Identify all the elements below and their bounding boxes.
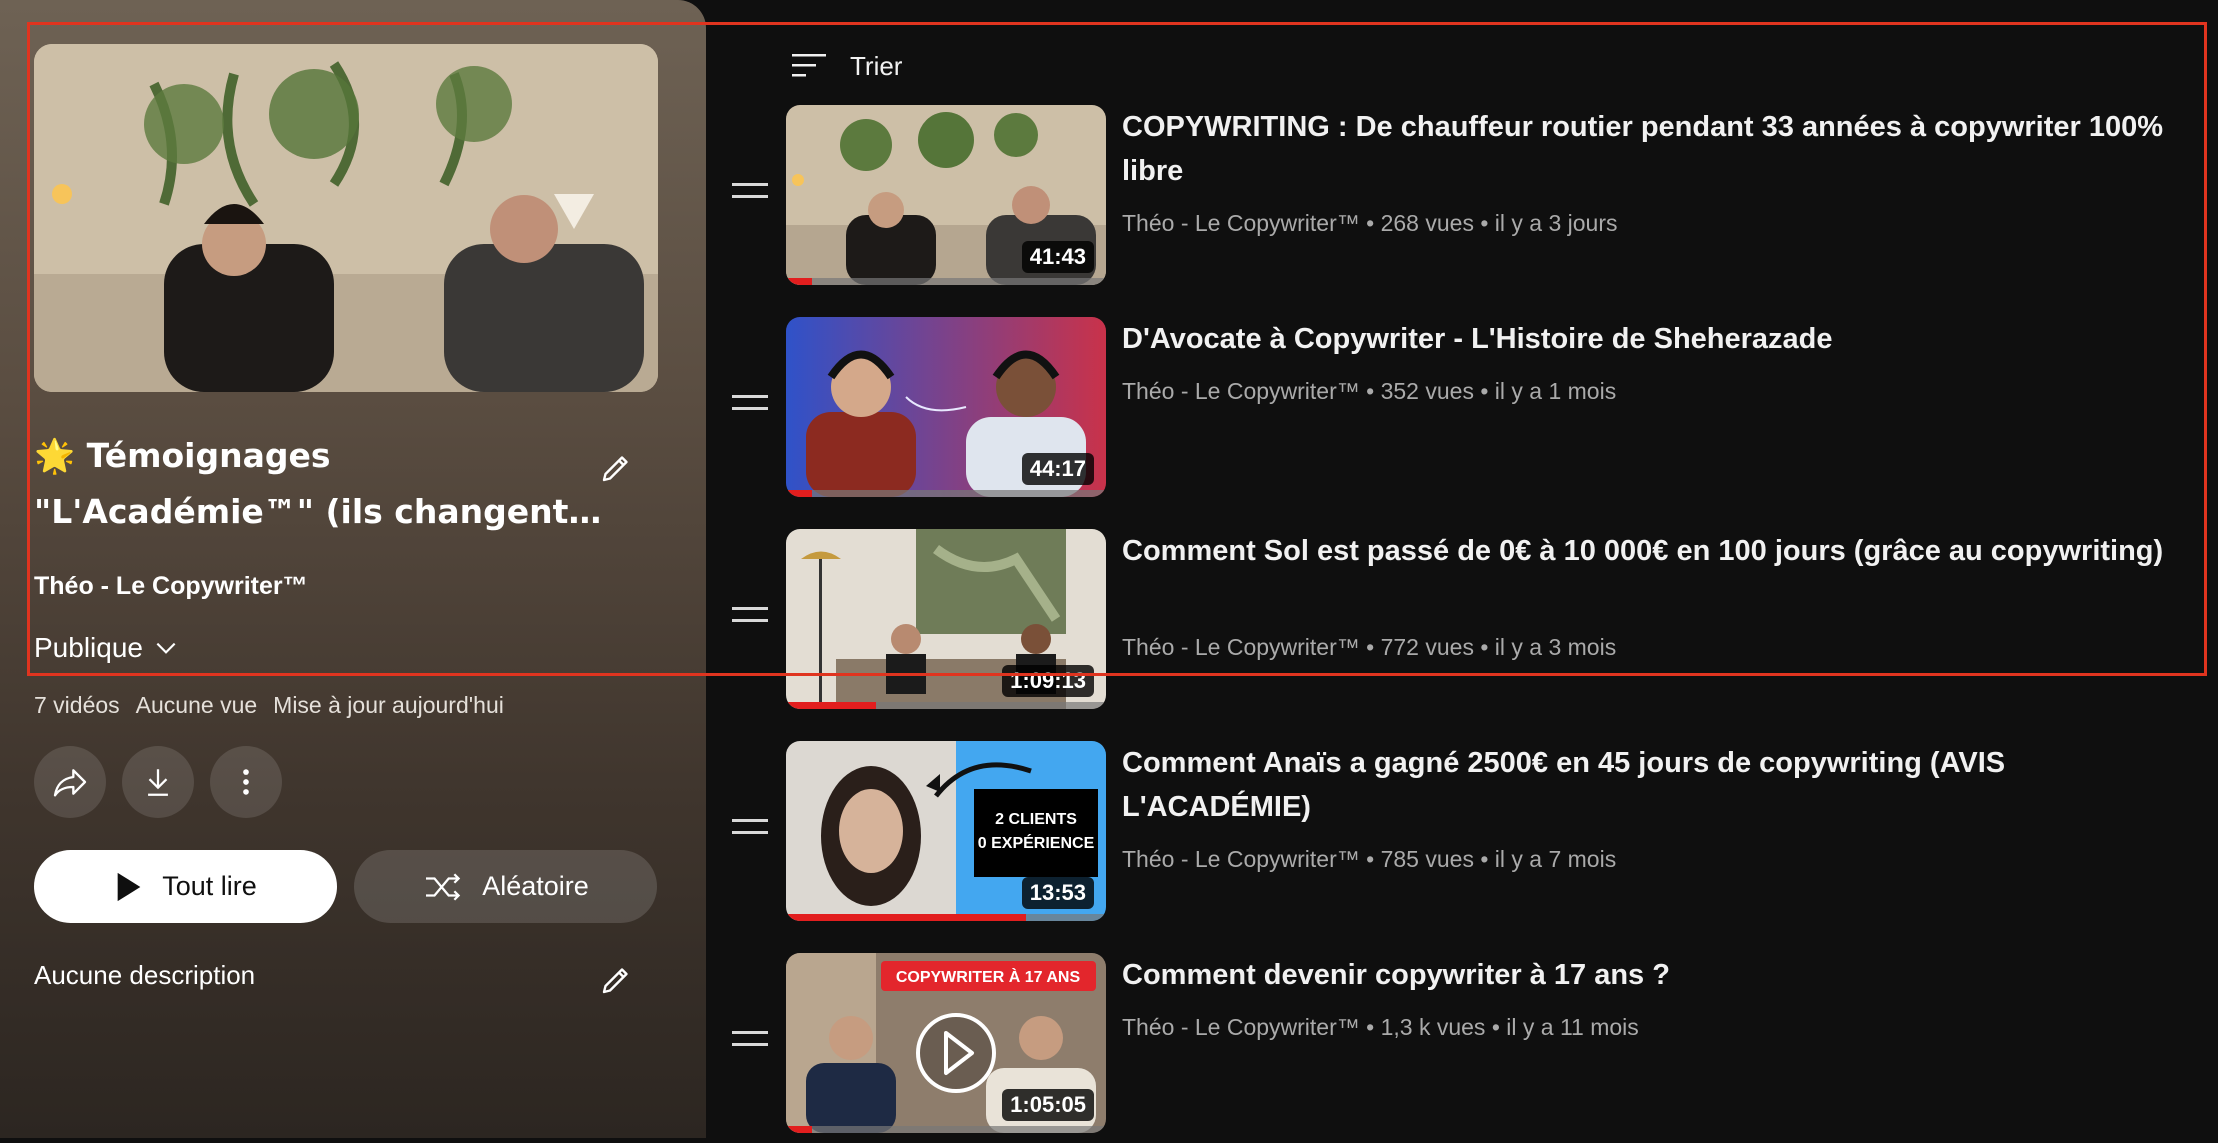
pencil-icon bbox=[602, 968, 628, 994]
video-title[interactable]: D'Avocate à Copywriter - L'Histoire de S… bbox=[1122, 317, 2202, 361]
video-channel[interactable]: Théo - Le Copywriter™ bbox=[1122, 846, 1360, 872]
video-stats: 1,3 k vues • il y a 11 mois bbox=[1380, 1014, 1639, 1040]
star-emoji-icon: 🌟 bbox=[34, 436, 76, 475]
share-button[interactable] bbox=[34, 746, 106, 818]
shuffle-icon bbox=[426, 872, 461, 901]
video-channel[interactable]: Théo - Le Copywriter™ bbox=[1122, 1014, 1360, 1040]
video-thumbnail[interactable]: 44:17 bbox=[786, 317, 1106, 497]
watch-progress-bar bbox=[786, 278, 812, 285]
playlist-video-row[interactable]: 2 CLIENTS 0 EXPÉRIENCE 13:53 Comment Ana… bbox=[700, 741, 2200, 931]
download-button[interactable] bbox=[122, 746, 194, 818]
video-duration: 1:09:13 bbox=[1002, 665, 1094, 697]
privacy-label: Publique bbox=[34, 632, 143, 663]
playlist-video-row[interactable]: 1:09:13 Comment Sol est passé de 0€ à 10… bbox=[700, 529, 2200, 719]
watch-progress-bar bbox=[786, 914, 1026, 921]
playlist-video-row[interactable]: 41:43 COPYWRITING : De chauffeur routier… bbox=[700, 105, 2200, 295]
video-thumbnail[interactable]: 1:09:13 bbox=[786, 529, 1106, 709]
more-actions-button[interactable] bbox=[210, 746, 282, 818]
video-duration: 1:05:05 bbox=[1002, 1089, 1094, 1121]
playlist-description: Aucune description bbox=[34, 960, 256, 990]
watch-progress-track bbox=[786, 278, 1106, 285]
video-channel[interactable]: Théo - Le Copywriter™ bbox=[1122, 210, 1360, 236]
video-meta: Théo - Le Copywriter™ • 785 vues • il y … bbox=[1122, 846, 1617, 872]
privacy-dropdown[interactable]: Publique bbox=[34, 632, 179, 664]
playlist-video-row[interactable]: 44:17 D'Avocate à Copywriter - L'Histoir… bbox=[700, 317, 2200, 507]
video-channel[interactable]: Théo - Le Copywriter™ bbox=[1122, 634, 1360, 660]
video-duration: 41:43 bbox=[1021, 241, 1094, 273]
video-thumbnail[interactable]: COPYWRITER À 17 ANS 1:05:05 bbox=[786, 953, 1106, 1133]
video-stats: 772 vues • il y a 3 mois bbox=[1380, 634, 1617, 660]
chevron-down-icon bbox=[156, 642, 176, 654]
video-thumbnail[interactable]: 2 CLIENTS 0 EXPÉRIENCE 13:53 bbox=[786, 741, 1106, 921]
drag-handle-icon[interactable] bbox=[732, 819, 768, 841]
play-icon bbox=[117, 872, 141, 901]
download-icon bbox=[148, 769, 168, 796]
more-vertical-icon bbox=[243, 769, 249, 795]
cover-illustration bbox=[34, 44, 658, 392]
playlist-title-line2: "L'Académie™" (ils changent… bbox=[34, 492, 602, 531]
drag-handle-icon[interactable] bbox=[732, 607, 768, 629]
video-thumbnail[interactable]: 41:43 bbox=[786, 105, 1106, 285]
watch-progress-track bbox=[786, 914, 1106, 921]
watch-progress-track bbox=[786, 1126, 1106, 1133]
video-meta: Théo - Le Copywriter™ • 772 vues • il y … bbox=[1122, 634, 1617, 660]
video-channel[interactable]: Théo - Le Copywriter™ bbox=[1122, 378, 1360, 404]
playlist-title: 🌟 Témoignages "L'Académie™" (ils changen… bbox=[34, 428, 602, 540]
watch-progress-track bbox=[786, 490, 1106, 497]
video-title[interactable]: Comment Sol est passé de 0€ à 10 000€ en… bbox=[1122, 529, 2202, 573]
sort-icon bbox=[792, 54, 826, 77]
playlist-stats: 7 vidéos Aucune vue Mise à jour aujourd'… bbox=[34, 692, 504, 719]
watch-progress-bar bbox=[786, 490, 812, 497]
video-meta: Théo - Le Copywriter™ • 268 vues • il y … bbox=[1122, 210, 1618, 236]
thumbnail-text-line2: 0 EXPÉRIENCE bbox=[978, 833, 1095, 852]
watch-progress-bar bbox=[786, 702, 876, 709]
video-meta: Théo - Le Copywriter™ • 1,3 k vues • il … bbox=[1122, 1014, 1639, 1040]
video-stats: 352 vues • il y a 1 mois bbox=[1380, 378, 1617, 404]
thumbnail-text-line1: 2 CLIENTS bbox=[995, 811, 1077, 828]
watch-progress-track bbox=[786, 702, 1106, 709]
drag-handle-icon[interactable] bbox=[732, 183, 768, 205]
view-count: Aucune vue bbox=[135, 692, 258, 718]
drag-handle-icon[interactable] bbox=[732, 1031, 768, 1053]
last-updated: Mise à jour aujourd'hui bbox=[273, 692, 504, 718]
edit-title-button[interactable] bbox=[592, 444, 640, 492]
edit-description-button[interactable] bbox=[592, 956, 640, 1004]
drag-handle-icon[interactable] bbox=[732, 395, 768, 417]
video-title[interactable]: Comment Anaïs a gagné 2500€ en 45 jours … bbox=[1122, 741, 2202, 829]
sort-button[interactable]: Trier bbox=[790, 50, 902, 82]
video-count: 7 vidéos bbox=[34, 692, 120, 718]
pencil-icon bbox=[602, 456, 628, 482]
playlist-video-row[interactable]: COPYWRITER À 17 ANS 1:05:05 Comment deve… bbox=[700, 953, 2200, 1143]
playlist-header-panel: 🌟 Témoignages "L'Académie™" (ils changen… bbox=[0, 0, 706, 1138]
video-title[interactable]: Comment devenir copywriter à 17 ans ? bbox=[1122, 953, 2202, 997]
video-stats: 268 vues • il y a 3 jours bbox=[1380, 210, 1618, 236]
video-duration: 44:17 bbox=[1021, 453, 1094, 485]
playlist-cover-image[interactable] bbox=[34, 44, 658, 392]
video-meta: Théo - Le Copywriter™ • 352 vues • il y … bbox=[1122, 378, 1617, 404]
shuffle-label: Aléatoire bbox=[482, 871, 589, 901]
thumbnail-banner-text: COPYWRITER À 17 ANS bbox=[896, 967, 1081, 986]
share-icon bbox=[53, 769, 87, 797]
shuffle-button[interactable]: Aléatoire bbox=[354, 850, 657, 923]
sort-label: Trier bbox=[850, 50, 903, 81]
playlist-title-line1: Témoignages bbox=[86, 436, 331, 475]
play-all-label: Tout lire bbox=[162, 871, 257, 901]
playlist-owner[interactable]: Théo - Le Copywriter™ bbox=[34, 572, 308, 601]
play-all-button[interactable]: Tout lire bbox=[34, 850, 337, 923]
video-duration: 13:53 bbox=[1021, 877, 1094, 909]
video-stats: 785 vues • il y a 7 mois bbox=[1380, 846, 1617, 872]
video-title[interactable]: COPYWRITING : De chauffeur routier penda… bbox=[1122, 105, 2202, 193]
watch-progress-bar bbox=[786, 1126, 812, 1133]
